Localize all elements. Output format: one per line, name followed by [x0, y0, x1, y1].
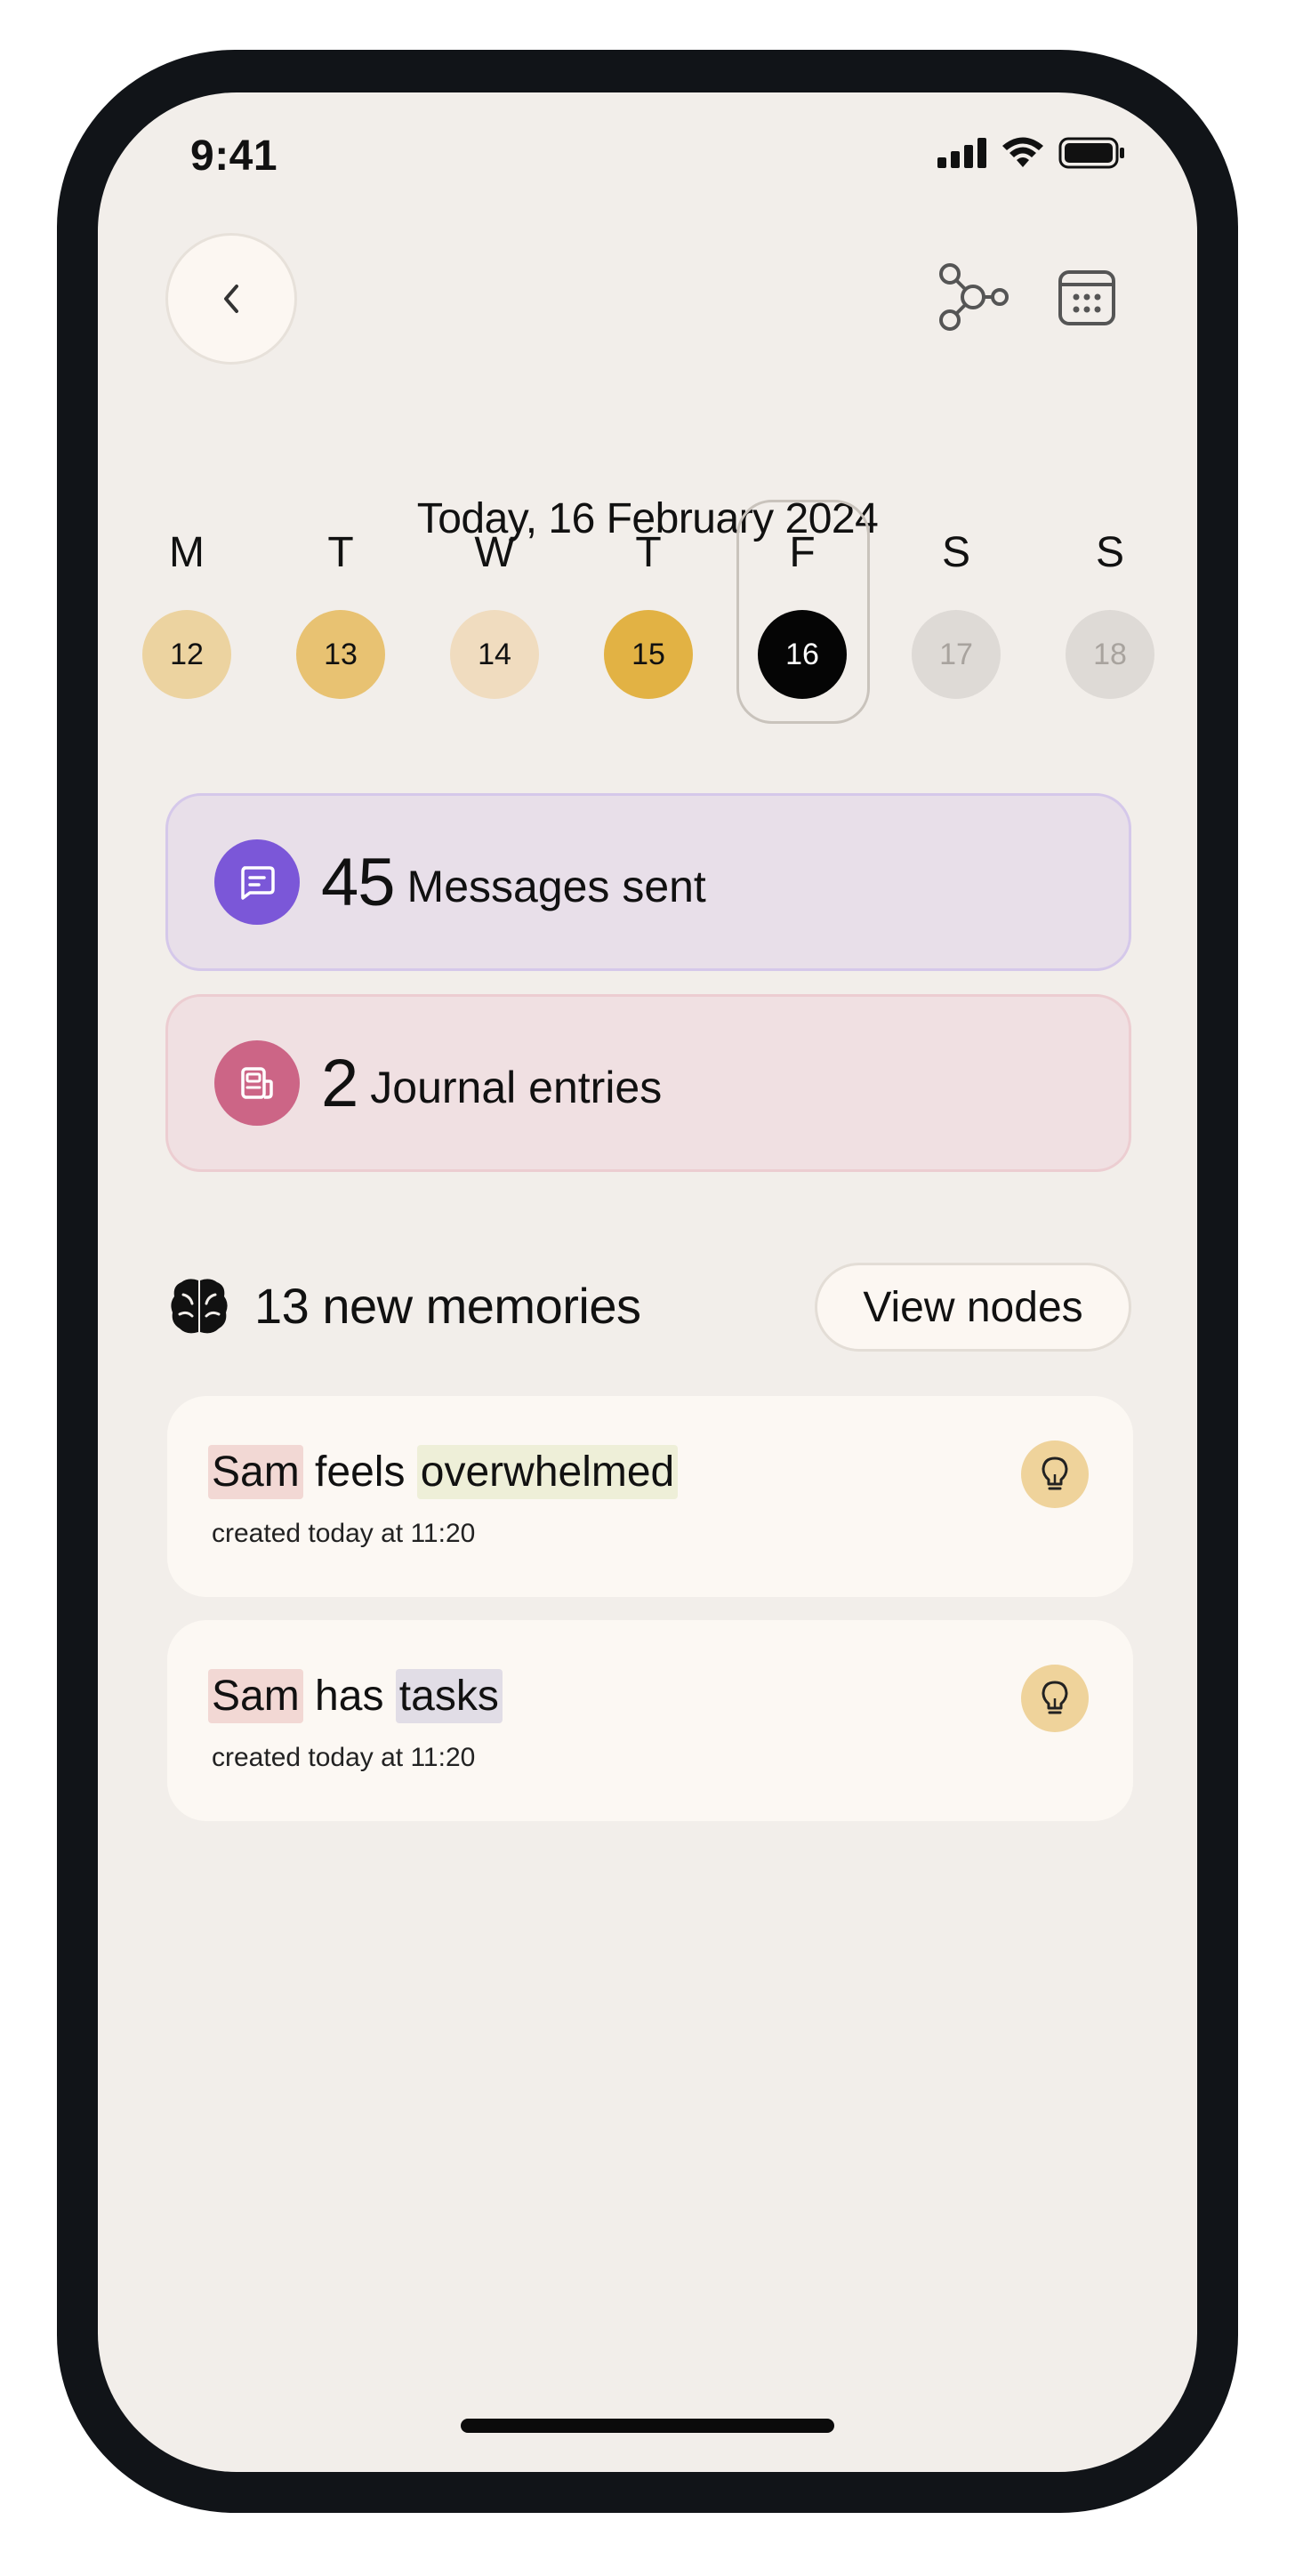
memory-verb: has	[315, 1673, 384, 1720]
day-15[interactable]: 15	[604, 610, 693, 699]
calendar-icon[interactable]	[1055, 265, 1119, 329]
journal-label: Journal entries	[370, 1063, 663, 1112]
day-12[interactable]: 12	[142, 610, 231, 699]
memory-card[interactable]: Sam has tasks created today at 11:20	[167, 1620, 1133, 1821]
day-letter: M	[169, 529, 205, 576]
message-square-icon	[214, 839, 300, 925]
wifi-icon	[1002, 137, 1043, 167]
memory-verb: feels	[315, 1448, 406, 1496]
day-letter: S	[941, 529, 970, 576]
memory-meta: created today at 11:20	[212, 1743, 476, 1772]
back-button[interactable]	[165, 233, 297, 365]
day-14[interactable]: 14	[450, 610, 539, 699]
chevron-left-icon	[224, 285, 238, 313]
status-icons	[937, 137, 1126, 169]
day-18[interactable]: 18	[1066, 610, 1154, 699]
memory-object: tasks	[395, 1669, 503, 1723]
memory-object: overwhelmed	[416, 1445, 679, 1499]
day-letter: W	[474, 529, 515, 576]
messages-count: 45	[321, 844, 396, 920]
day-letter: F	[789, 529, 816, 576]
messages-sent-card[interactable]: 45 Messages sent	[165, 793, 1131, 971]
day-selected[interactable]: 16	[758, 610, 847, 699]
day-letter: T	[327, 529, 354, 576]
screen: 9:41 Today, 16 February 2024 M 12 T 13 W…	[98, 92, 1197, 2472]
memory-card[interactable]: Sam feels overwhelmed created today at 1…	[167, 1396, 1133, 1597]
messages-label: Messages sent	[406, 862, 706, 911]
day-letter: T	[635, 529, 662, 576]
memories-title: 13 new memories	[254, 1278, 641, 1334]
status-time: 9:41	[190, 132, 278, 180]
lightbulb-icon[interactable]	[1021, 1665, 1089, 1732]
memory-subject: Sam	[208, 1445, 303, 1499]
journal-count: 2	[321, 1045, 358, 1121]
signal-icon	[937, 138, 986, 168]
journal-entries-card[interactable]: 2 Journal entries	[165, 994, 1131, 1172]
memory-statement: Sam has tasks	[208, 1669, 503, 1723]
day-letter: S	[1095, 529, 1124, 576]
battery-icon	[1058, 137, 1124, 169]
view-nodes-button[interactable]: View nodes	[815, 1263, 1131, 1352]
memory-subject: Sam	[208, 1669, 303, 1723]
memory-statement: Sam feels overwhelmed	[208, 1445, 679, 1499]
day-17[interactable]: 17	[912, 610, 1001, 699]
day-13[interactable]: 13	[296, 610, 385, 699]
graph-nodes-icon[interactable]	[937, 261, 1009, 333]
journal-icon	[214, 1040, 300, 1126]
home-indicator	[461, 2419, 834, 2433]
memory-meta: created today at 11:20	[212, 1519, 476, 1548]
lightbulb-icon[interactable]	[1021, 1440, 1089, 1508]
brain-icon	[171, 1279, 228, 1334]
